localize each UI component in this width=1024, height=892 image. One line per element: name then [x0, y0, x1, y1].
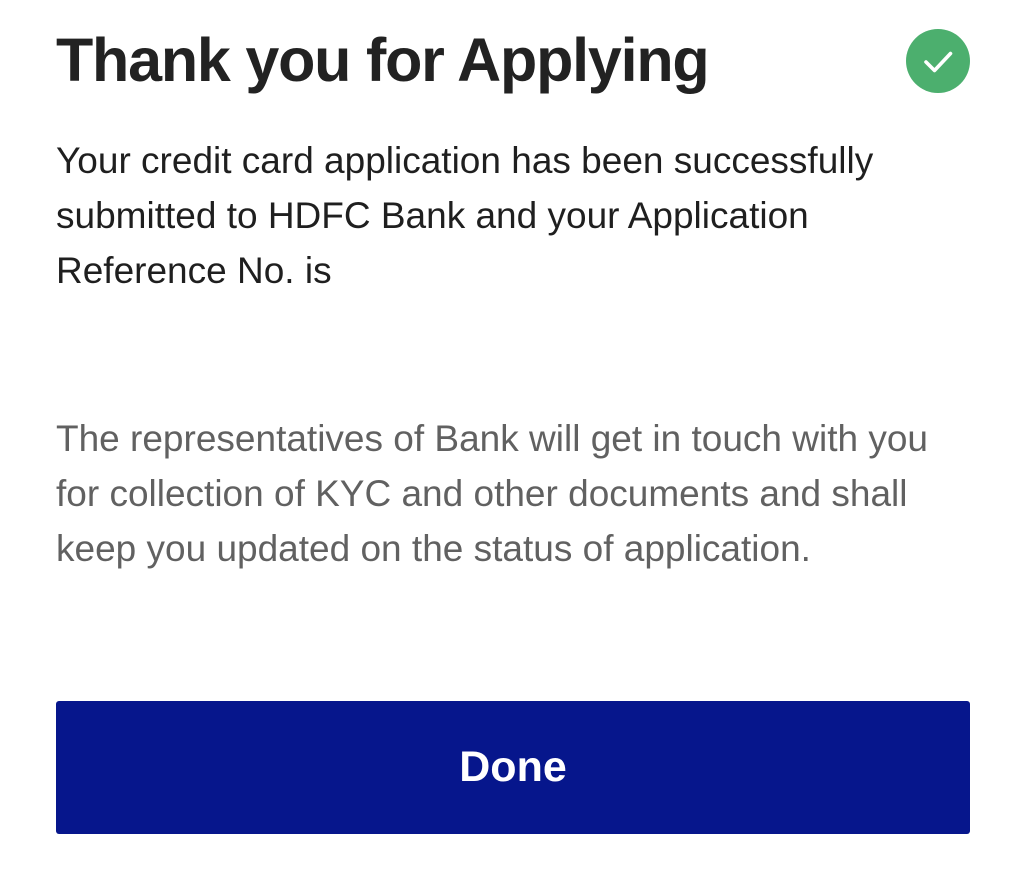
check-circle-icon: [906, 29, 970, 93]
confirmation-message: Your credit card application has been su…: [56, 140, 874, 291]
page-title: Thank you for Applying: [56, 26, 710, 94]
done-button[interactable]: Done: [56, 701, 970, 834]
header: Thank you for Applying: [56, 22, 970, 98]
checkmark-icon: [924, 51, 953, 73]
confirmation-screen: Thank you for Applying Your credit card …: [56, 0, 970, 892]
info-message: The representatives of Bank will get in …: [56, 418, 929, 569]
